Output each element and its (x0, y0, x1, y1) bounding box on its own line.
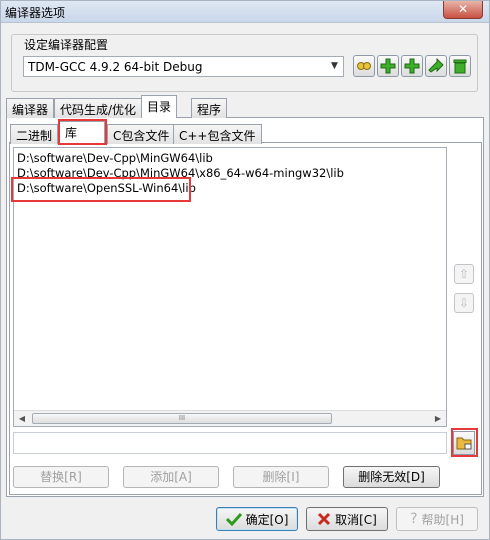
delete-profile-icon (453, 59, 467, 74)
scroll-left-icon[interactable]: ◀ (14, 411, 30, 426)
replace-button[interactable]: 替换[R] (13, 466, 109, 488)
cancel-label: 取消[C] (335, 512, 377, 527)
ok-button[interactable]: 确定[O] (216, 507, 298, 531)
compiler-options-dialog: 编译器选项 ✕ 设定编译器配置 TDM-GCC 4.9.2 64-bit Deb… (0, 0, 490, 540)
compiler-profile-select[interactable]: TDM-GCC 4.9.2 64-bit Debug ▼ (23, 56, 344, 77)
add-profile-alt-button[interactable] (401, 55, 423, 77)
list-item[interactable]: D:\software\Dev-Cpp\MinGW64\x86_64-w64-m… (17, 166, 344, 180)
tab-programs[interactable]: 程序 (191, 98, 228, 118)
delete-button[interactable]: 删除[I] (233, 466, 329, 488)
delete-profile-button[interactable] (449, 55, 471, 77)
add-profile-button[interactable] (377, 55, 399, 77)
move-up-button[interactable]: ⇧ (454, 264, 474, 284)
add-profile-icon (380, 58, 396, 74)
arrow-up-icon: ⇧ (458, 267, 470, 281)
subtab-binaries[interactable]: 二进制 (10, 124, 59, 144)
subtab-c-includes[interactable]: C包含文件 (107, 124, 176, 144)
chevron-down-icon: ▼ (331, 61, 338, 71)
tab-codegen[interactable]: 代码生成/优化 (54, 98, 143, 118)
add-button[interactable]: 添加[A] (123, 466, 219, 488)
arrow-down-icon: ⇩ (458, 296, 470, 310)
library-dirs-list[interactable]: D:\software\Dev-Cpp\MinGW64\lib D:\softw… (13, 147, 447, 427)
delete-invalid-button[interactable]: 删除无效[D] (343, 466, 440, 488)
close-icon (318, 512, 331, 526)
help-icon: ? (410, 511, 418, 527)
ok-label: 确定[O] (245, 512, 289, 527)
checkmark-icon (225, 512, 242, 526)
list-item[interactable]: D:\software\OpenSSL-Win64\lib (17, 181, 196, 195)
scroll-right-icon[interactable]: ▶ (430, 411, 446, 426)
compiler-profile-value: TDM-GCC 4.9.2 64-bit Debug (28, 60, 203, 74)
add-profile-alt-icon (404, 58, 420, 74)
tab-directories[interactable]: 目录 (141, 95, 178, 118)
compiler-config-label: 设定编译器配置 (21, 36, 112, 53)
subtab-cpp-includes[interactable]: C++包含文件 (173, 124, 262, 144)
move-down-button[interactable]: ⇩ (454, 293, 474, 313)
close-button[interactable]: ✕ (443, 1, 483, 19)
directory-path-input[interactable] (13, 432, 447, 454)
edit-profile-icon (357, 62, 371, 70)
scroll-thumb[interactable]: III (32, 413, 332, 424)
help-button[interactable]: ? 帮助[H] (396, 507, 478, 531)
window-title: 编译器选项 (5, 6, 66, 20)
browse-folder-button[interactable] (453, 431, 475, 455)
rename-profile-button[interactable] (425, 55, 447, 77)
title-bar: 编译器选项 ✕ (1, 1, 489, 23)
list-item[interactable]: D:\software\Dev-Cpp\MinGW64\lib (17, 151, 213, 165)
cancel-button[interactable]: 取消[C] (306, 507, 388, 531)
help-label: 帮助[H] (421, 512, 464, 527)
rename-profile-icon (428, 58, 444, 73)
horizontal-scrollbar[interactable]: ◀ III ▶ (14, 410, 446, 426)
tab-compiler[interactable]: 编译器 (6, 98, 55, 118)
subtab-libraries[interactable]: 库 (59, 121, 105, 144)
edit-profile-button[interactable] (353, 55, 375, 77)
folder-icon (456, 437, 472, 450)
